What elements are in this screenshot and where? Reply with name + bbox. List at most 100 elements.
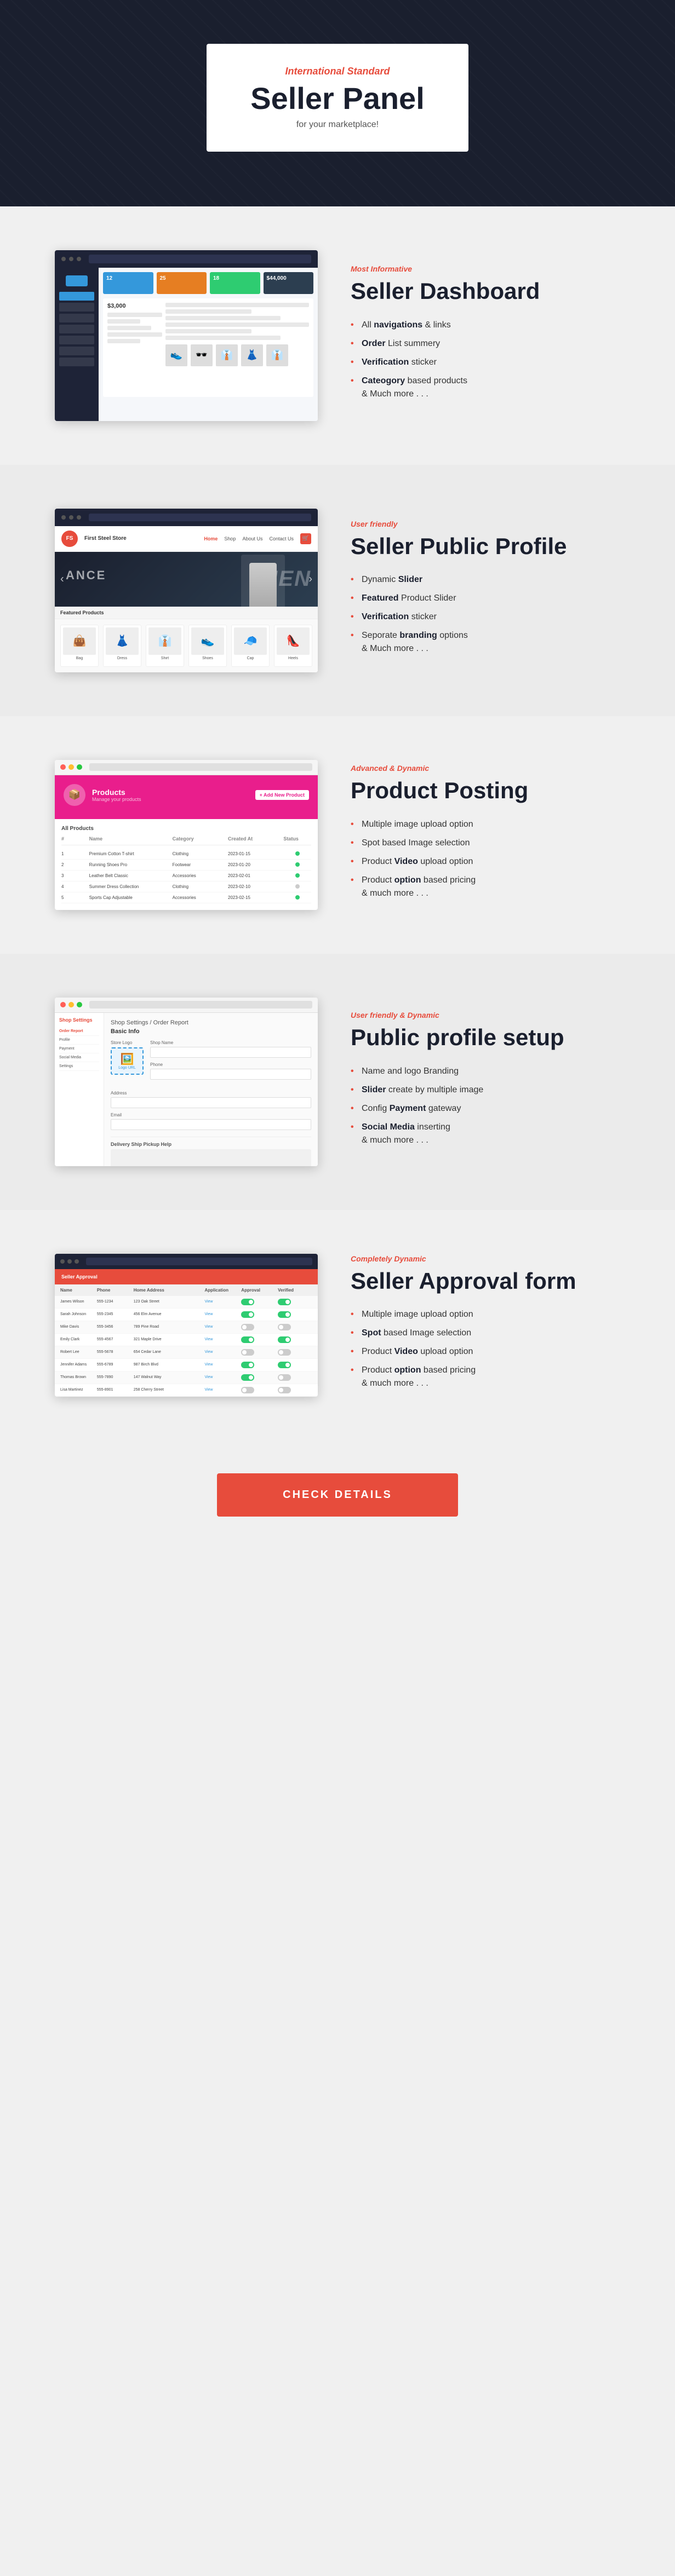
sidebar-item-payment[interactable]: Payment <box>59 1045 99 1053</box>
right-row-1 <box>165 303 309 307</box>
r4-form[interactable]: View <box>204 1338 239 1341</box>
sidebar-item-profile[interactable]: Profile <box>59 1036 99 1045</box>
nav-contact[interactable]: Contact Us <box>269 536 294 541</box>
row1-category: Clothing <box>173 851 228 856</box>
nav-about[interactable]: About Us <box>242 536 262 541</box>
row4-created: 2023-02-10 <box>228 884 283 889</box>
r1-form[interactable]: View <box>204 1300 239 1304</box>
product-img-f: 👠 <box>277 627 310 655</box>
email-input[interactable] <box>111 1119 311 1130</box>
next-arrow-icon[interactable]: › <box>308 573 312 585</box>
stat-card-2: 25 <box>157 272 207 294</box>
cart-icon[interactable]: 🛒 <box>300 533 311 544</box>
dashboard-tag: Most Informative <box>351 264 620 273</box>
r3-phone: 555-3456 <box>97 1325 131 1329</box>
profile-products: 👜 Bag 👗 Dress 👔 Shirt 👟 Shoes 🧢 C <box>55 619 318 672</box>
r2-name: Sarah Johnson <box>60 1312 95 1316</box>
product-posting-features: Multiple image upload option Spot based … <box>351 818 620 900</box>
product-img-d: 👟 <box>191 627 224 655</box>
r4-phone: 555-4567 <box>97 1338 131 1341</box>
right-panel: 👟 🕶️ 👔 👗 👔 <box>165 303 309 393</box>
row3-status <box>283 873 311 878</box>
nav-item-7 <box>59 358 94 366</box>
logo-drop-zone[interactable]: 🖼️ Logo URL <box>111 1047 144 1075</box>
feature-item-1: All navigations & links <box>351 319 620 332</box>
toggle-v6[interactable] <box>278 1362 291 1368</box>
nav-home[interactable]: Home <box>204 536 218 541</box>
approval-row-7: Thomas Brown 555-7890 147 Walnut Way Vie… <box>55 1371 318 1384</box>
toggle-a7[interactable] <box>241 1374 254 1381</box>
toggle-v7[interactable] <box>278 1374 291 1381</box>
sidebar-item-social[interactable]: Social Media <box>59 1053 99 1062</box>
toggle-a3[interactable] <box>241 1324 254 1330</box>
toggle-a2[interactable] <box>241 1311 254 1318</box>
r1-verified <box>278 1299 312 1305</box>
r2-phone: 555-2345 <box>97 1312 131 1316</box>
r7-form[interactable]: View <box>204 1375 239 1379</box>
toggle-v8[interactable] <box>278 1387 291 1393</box>
dashboard-screenshot: 12 25 18 $44,000 $3,000 <box>55 250 318 421</box>
pp-feature-4: Product option based pricing& much more … <box>351 874 620 900</box>
shop-name-field: Shop Name <box>150 1040 311 1058</box>
topbar-dot-1 <box>61 257 66 261</box>
address-input[interactable] <box>111 1097 311 1108</box>
shop-name-input[interactable] <box>150 1047 311 1058</box>
topbar-dot-3 <box>77 257 81 261</box>
nav-item-3 <box>59 314 94 322</box>
delivery-content <box>111 1149 311 1166</box>
phone-input[interactable] <box>150 1069 311 1080</box>
r1-approval <box>241 1299 276 1305</box>
nav-shop[interactable]: Shop <box>224 536 236 541</box>
setup-feature-4: Social Media inserting& much more . . . <box>351 1121 620 1147</box>
logo-upload-area: Store Logo 🖼️ Logo URL <box>111 1040 144 1084</box>
sidebar-item-order[interactable]: Order Report <box>59 1027 99 1036</box>
product-img-1: 👟 <box>165 344 187 366</box>
approval-row-6: Jennifer Adams 555-6789 987 Birch Blvd V… <box>55 1359 318 1371</box>
af-feature-3: Product Video upload option <box>351 1345 620 1358</box>
approval-row-2: Sarah Johnson 555-2345 456 Elm Avenue Vi… <box>55 1309 318 1321</box>
pp-feature-2: Spot based Image selection <box>351 837 620 850</box>
r2-form[interactable]: View <box>204 1312 239 1316</box>
dot-green <box>77 764 82 770</box>
toggle-a6[interactable] <box>241 1362 254 1368</box>
stats-row: 12 25 18 $44,000 <box>103 272 313 294</box>
sidebar-item-settings[interactable]: Settings <box>59 1062 99 1071</box>
add-product-button[interactable]: + Add New Product <box>255 790 309 800</box>
products-row: 👜 Bag 👗 Dress 👔 Shirt 👟 Shoes 🧢 C <box>60 625 312 667</box>
product-row-4: 4 Summer Dress Collection Clothing 2023-… <box>61 881 311 892</box>
r8-form[interactable]: View <box>204 1388 239 1392</box>
approval-url-bar <box>86 1258 312 1265</box>
check-details-button[interactable]: CHECK DETAILS <box>217 1473 458 1517</box>
toggle-v3[interactable] <box>278 1324 291 1330</box>
setup-url-bar <box>89 1001 312 1008</box>
delivery-section: Delivery Ship Pickup Help <box>111 1137 311 1166</box>
toggle-a4[interactable] <box>241 1336 254 1343</box>
toggle-v5[interactable] <box>278 1349 291 1356</box>
prev-arrow-icon[interactable]: ‹ <box>60 573 64 585</box>
profile-banner: MEN ANCE ‹ › <box>55 552 318 607</box>
r4-name: Emily Clark <box>60 1338 95 1341</box>
approval-table-header: Name Phone Home Address Application Appr… <box>55 1284 318 1296</box>
r2-address: 456 Elm Avenue <box>134 1312 203 1316</box>
topbar-dot-b <box>69 515 73 520</box>
toggle-v1[interactable] <box>278 1299 291 1305</box>
setup-text: User friendly & Dynamic Public profile s… <box>351 1011 620 1152</box>
r6-address: 987 Birch Blvd <box>134 1363 203 1367</box>
r3-form[interactable]: View <box>204 1325 239 1329</box>
approval-row-8: Lisa Martinez 555-8901 258 Cherry Street… <box>55 1384 318 1397</box>
toggle-a8[interactable] <box>241 1387 254 1393</box>
row4-category: Clothing <box>173 884 228 889</box>
r6-form[interactable]: View <box>204 1363 239 1367</box>
dash-row-5 <box>107 339 140 343</box>
col-status: Status <box>283 836 311 842</box>
toggle-a1[interactable] <box>241 1299 254 1305</box>
toggle-v2[interactable] <box>278 1311 291 1318</box>
stat-card-3: 18 <box>210 272 260 294</box>
row2-created: 2023-01-20 <box>228 862 283 867</box>
row1-num: 1 <box>61 851 89 856</box>
profile-section: User friendly Seller Public Profile Dyna… <box>0 465 675 716</box>
hero-title: Seller Panel <box>250 82 425 116</box>
toggle-v4[interactable] <box>278 1336 291 1343</box>
r5-form[interactable]: View <box>204 1350 239 1354</box>
toggle-a5[interactable] <box>241 1349 254 1356</box>
